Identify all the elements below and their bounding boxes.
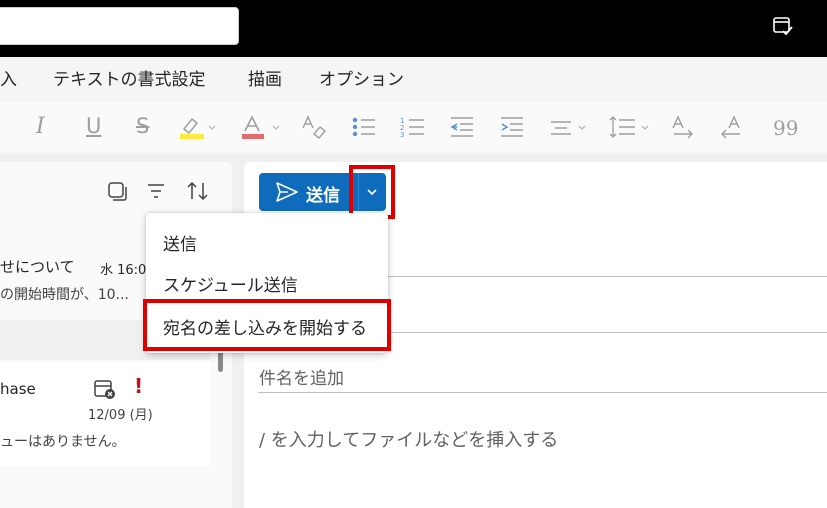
tab-format-text[interactable]: テキストの書式設定 [53, 65, 206, 90]
calendar-check-icon[interactable] [770, 14, 796, 38]
message-body-input[interactable]: / を入力してファイルなどを挿入する [259, 426, 558, 452]
search-input[interactable] [0, 7, 239, 45]
clear-formatting-icon[interactable] [300, 114, 328, 140]
line-spacing-icon[interactable] [608, 114, 652, 140]
message-sender: hase [0, 380, 36, 398]
menu-item-schedule-send[interactable]: スケジュール送信 [163, 271, 298, 296]
dropdown-highlight-box [349, 165, 395, 219]
subject-field-underline [258, 392, 827, 393]
ltr-text-icon[interactable] [670, 114, 696, 140]
calendar-cancel-icon [94, 380, 115, 399]
increase-indent-icon[interactable] [498, 114, 526, 140]
scrollbar-thumb[interactable] [218, 350, 223, 372]
decrease-indent-icon[interactable] [448, 114, 476, 140]
highlight-icon[interactable] [178, 114, 220, 140]
tab-options[interactable]: オプション [319, 65, 404, 90]
message-subject[interactable]: せについて [0, 256, 75, 277]
bullet-list-icon[interactable] [350, 114, 378, 140]
rtl-text-icon[interactable] [718, 114, 744, 140]
tab-draw[interactable]: 描画 [248, 65, 282, 90]
sort-icon[interactable] [185, 180, 211, 202]
underline-icon[interactable]: U [86, 114, 101, 140]
strikethrough-icon[interactable]: S [136, 114, 149, 140]
send-button-label: 送信 [306, 186, 340, 206]
message-preview: ューはありません。 [0, 434, 126, 450]
svg-text:3: 3 [400, 131, 404, 139]
font-color-icon[interactable] [240, 114, 284, 140]
message-time: 水 16:0 [100, 263, 147, 278]
tab-insert[interactable]: 入 [0, 65, 17, 90]
align-icon[interactable] [548, 114, 590, 140]
importance-flag-icon: ! [134, 374, 144, 398]
message-preview: の開始時間が、10... [0, 287, 129, 303]
menu-item-send[interactable]: 送信 [163, 230, 197, 255]
filter-icon[interactable] [145, 180, 167, 202]
subject-input[interactable]: 件名を追加 [259, 364, 344, 389]
select-checkbox-icon[interactable] [106, 180, 128, 202]
message-date: 12/09 (月) [88, 408, 153, 423]
numbered-list-icon[interactable]: 1 2 3 [399, 114, 427, 140]
quote-icon[interactable]: 99 [773, 116, 798, 142]
send-button[interactable]: 送信 [259, 173, 362, 211]
menu-item-highlight-box [143, 299, 391, 351]
send-icon [276, 182, 298, 202]
italic-icon[interactable]: I [36, 114, 45, 140]
